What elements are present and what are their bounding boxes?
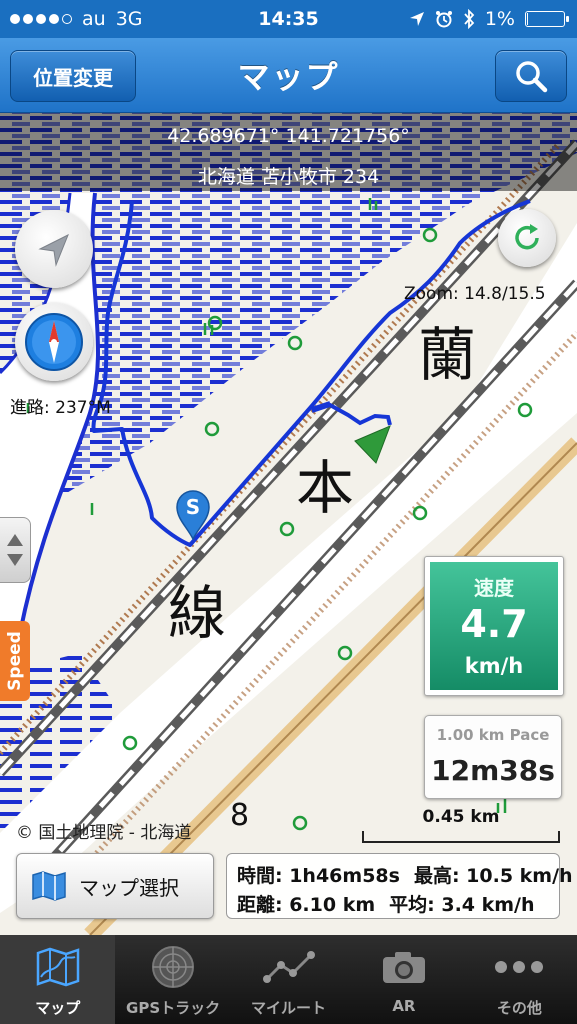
average-speed: 平均: 3.4 km/h (389, 894, 535, 916)
speed-tab-label: Speed (5, 631, 25, 691)
compass-button[interactable] (15, 303, 93, 381)
up-down-arrows-icon (7, 534, 23, 566)
route-icon (262, 951, 315, 983)
address-text: 北海道 苫小牧市 234 (197, 166, 380, 188)
battery-icon (525, 11, 569, 27)
navigation-bar: 位置変更 マップ (0, 38, 577, 113)
tab-bar: マップ GPSトラック マイルート AR その他 (0, 935, 577, 1024)
speed-tab[interactable]: Speed (0, 621, 30, 701)
tab-gps-track-label: GPSトラック (126, 999, 221, 1017)
map-icon (36, 947, 79, 987)
pace-label: 1.00 km Pace (436, 726, 550, 744)
tab-my-route[interactable]: マイルート (231, 935, 346, 1024)
scale-label: 0.45 km (422, 807, 500, 827)
speed-label: 速度 (474, 576, 514, 600)
heading-label: 進路: 237°M (10, 398, 111, 418)
pace-card: 1.00 km Pace 12m38s (424, 715, 562, 799)
map-text-hon: 本 (296, 454, 354, 522)
max-speed: 最高: 10.5 km/h (413, 865, 573, 887)
track-stats: 時間: 1h46m58s 最高: 10.5 km/h 距離: 6.10 km 平… (226, 853, 573, 919)
start-marker-label: S (185, 495, 201, 519)
tab-my-route-label: マイルート (251, 999, 327, 1017)
compass-icon (25, 313, 83, 371)
map-text-sen: 線 (168, 579, 226, 647)
navigation-arrow-icon (38, 233, 69, 267)
zoom-label: Zoom: 14.8/15.5 (404, 284, 546, 304)
more-icon (495, 961, 544, 973)
map-copyright: © 国土地理院 - 北海道 (16, 823, 192, 843)
page-title: マップ (237, 58, 340, 96)
start-marker[interactable]: S (175, 489, 211, 541)
camera-icon (382, 952, 425, 983)
pace-value: 12m38s (431, 754, 555, 787)
map-view[interactable]: 蘭 本 線 8 42.689671° 141.721756° 北海道 苫小牧市 … (0, 113, 577, 935)
alarm-icon (435, 11, 452, 28)
coordinates-text: 42.689671° 141.721756° (167, 125, 410, 147)
tab-gps-track[interactable]: GPSトラック (115, 935, 230, 1024)
refresh-icon (515, 224, 539, 250)
scale-bar: 0.45 km (362, 807, 560, 843)
speed-value: 4.7 (460, 602, 528, 646)
locate-me-button[interactable] (15, 210, 93, 288)
tab-more-label: その他 (496, 999, 542, 1017)
tab-more[interactable]: その他 (462, 935, 577, 1024)
tab-map-label: マップ (35, 999, 81, 1017)
location-arrow-icon (409, 12, 424, 26)
map-icon (32, 871, 66, 901)
refresh-button[interactable] (498, 209, 556, 267)
speed-card: 速度 4.7 km/h (424, 556, 564, 696)
search-button[interactable] (495, 50, 567, 102)
current-position-arrow (354, 425, 391, 464)
tab-ar[interactable]: AR (346, 935, 461, 1024)
bluetooth-icon (464, 9, 475, 29)
coordinates-bar: 42.689671° 141.721756° 北海道 苫小牧市 234 (0, 113, 577, 191)
status-bar: au 3G 14:35 1% (0, 0, 577, 38)
layer-toggle-tab[interactable] (0, 517, 31, 583)
tab-ar-label: AR (392, 997, 416, 1015)
distance: 距離: 6.10 km (237, 894, 376, 916)
tab-map[interactable]: マップ (0, 935, 116, 1024)
battery-percent: 1% (484, 8, 515, 30)
map-select-button[interactable]: マップ選択 (16, 853, 214, 919)
search-icon (516, 61, 548, 93)
map-select-label: マップ選択 (79, 875, 179, 900)
speed-unit: km/h (464, 654, 524, 678)
elapsed-time: 時間: 1h46m58s (237, 865, 400, 887)
radar-icon (152, 946, 195, 988)
scale-ruler (362, 831, 560, 843)
map-text-ran: 蘭 (418, 321, 476, 389)
map-text-number: 8 (230, 798, 249, 833)
